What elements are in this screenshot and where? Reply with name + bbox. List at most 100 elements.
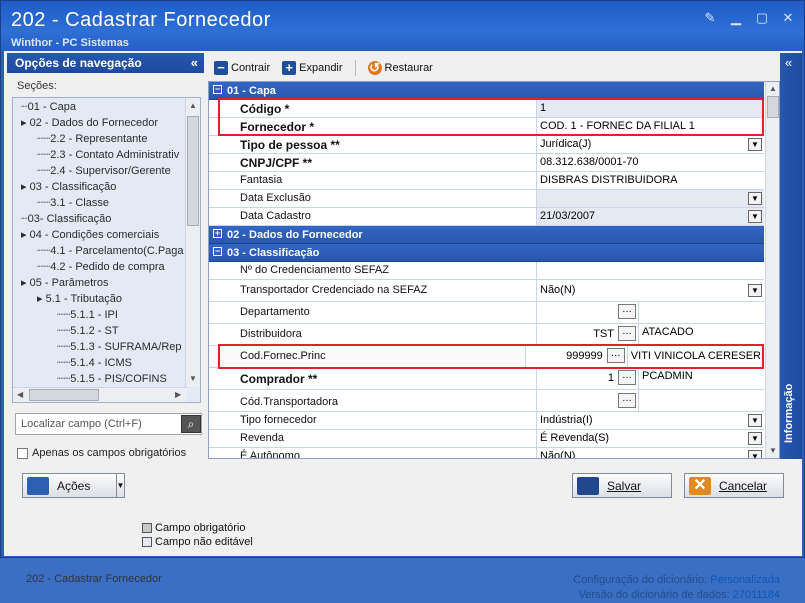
expand-button[interactable]: + Expandir	[278, 61, 346, 75]
data-cadastro-select[interactable]: 21/03/2007 ▼	[537, 208, 764, 225]
tree-item[interactable]: ▸ 04 - Condições comerciais	[21, 228, 159, 241]
tree-item[interactable]: ┈┈4.2 - Pedido de compra	[37, 260, 165, 273]
chevron-down-icon[interactable]: ▼	[748, 192, 762, 205]
edit-window-icon[interactable]: ✎	[702, 11, 718, 25]
tree-hscroll-thumb[interactable]	[29, 389, 99, 401]
tree-item[interactable]: ┈┈2.4 - Supervisor/Gerente	[37, 164, 171, 177]
cnpj-value[interactable]: 08.312.638/0001-70	[537, 154, 764, 171]
information-panel[interactable]: « Informação	[780, 53, 802, 459]
transportador-select[interactable]: Não(N) ▼	[537, 280, 764, 301]
expand-section-icon[interactable]: +	[213, 229, 222, 238]
data-exclusao-select[interactable]: ▼	[537, 190, 764, 207]
restore-button[interactable]: ↺ Restaurar	[364, 61, 437, 75]
tipo-pessoa-select[interactable]: Jurídica(J) ▼	[537, 136, 764, 153]
tree-item[interactable]: ┈┈5.1.1 - IPI	[57, 308, 118, 321]
only-required-label: Apenas os campos obrigatórios	[32, 447, 187, 459]
grid-vscroll-thumb[interactable]	[767, 96, 779, 118]
chevron-down-icon[interactable]: ▼	[748, 432, 762, 445]
tree-vscroll-thumb[interactable]	[187, 116, 199, 226]
row-tipo-pessoa[interactable]: Tipo de pessoa ** Jurídica(J) ▼	[209, 136, 764, 154]
footer-dictionary-info: Configuração do dicionário: Personalizad…	[573, 574, 780, 601]
comprador-lookup-button[interactable]: …	[618, 370, 636, 385]
row-revenda[interactable]: Revenda É Revenda(S) ▼	[209, 430, 764, 448]
departamento-lookup-button[interactable]: …	[618, 304, 636, 319]
row-credenciamento[interactable]: Nº do Credenciamento SEFAZ	[209, 262, 764, 280]
row-cnpj[interactable]: CNPJ/CPF ** 08.312.638/0001-70	[209, 154, 764, 172]
window-subtitle: Winthor - PC Sistemas	[11, 37, 129, 49]
section-classificacao[interactable]: −03 - Classificação	[209, 244, 764, 262]
tree-item[interactable]: ┈03- Classificação	[21, 212, 111, 225]
tipo-fornecedor-select[interactable]: Indústria(I) ▼	[537, 412, 764, 429]
actions-dropdown-button[interactable]: ▼	[116, 473, 125, 498]
minus-icon: −	[214, 61, 228, 75]
expand-info-icon[interactable]: «	[785, 55, 792, 70]
autonomo-select[interactable]: Não(N) ▼	[537, 448, 764, 458]
save-button[interactable]: Salvar	[572, 473, 672, 498]
row-fantasia[interactable]: Fantasia DISBRAS DISTRIBUIDORA	[209, 172, 764, 190]
tree-horizontal-scrollbar[interactable]: ◀ ▶	[13, 387, 187, 402]
tree-item[interactable]: ▸ 5.1 - Tributação	[37, 292, 122, 305]
maximize-icon[interactable]: ▢	[754, 11, 770, 25]
row-tipo-fornecedor[interactable]: Tipo fornecedor Indústria(I) ▼	[209, 412, 764, 430]
locate-field-input[interactable]: Localizar campo (Ctrl+F)	[15, 413, 202, 435]
tree-item[interactable]: ┈┈5.1.5 - PIS/COFINS	[57, 372, 167, 385]
tree-item[interactable]: ▸ 02 - Dados do Fornecedor	[21, 116, 158, 129]
actions-button[interactable]: Ações	[22, 473, 122, 498]
window-title: 202 - Cadastrar Fornecedor	[11, 9, 271, 31]
search-icon[interactable]: ⌕	[181, 415, 201, 433]
row-data-cadastro[interactable]: Data Cadastro 21/03/2007 ▼	[209, 208, 764, 226]
cancel-button[interactable]: ✕ Cancelar	[684, 473, 784, 498]
chevron-down-icon[interactable]: ▼	[748, 414, 762, 427]
revenda-select[interactable]: É Revenda(S) ▼	[537, 430, 764, 447]
row-data-exclusao[interactable]: Data Exclusão ▼	[209, 190, 764, 208]
chevron-down-icon[interactable]: ▼	[748, 138, 762, 151]
tree-item[interactable]: ┈┈5.1.3 - SUFRAMA/Rep	[57, 340, 182, 353]
row-departamento[interactable]: Departamento…	[209, 302, 764, 324]
legend: Campo obrigatório Campo não editável	[142, 521, 253, 549]
collapse-section-icon[interactable]: −	[213, 247, 222, 256]
tree-item[interactable]: ┈01 - Capa	[21, 100, 76, 113]
row-distribuidora[interactable]: Distribuidora TST… ATACADO	[209, 324, 764, 346]
legend-noneditable: Campo não editável	[142, 535, 253, 549]
information-label: Informação	[783, 383, 795, 443]
collapse-nav-icon[interactable]: «	[191, 55, 198, 70]
grid-toolbar: − Contrair + Expandir ↺ Restaurar	[208, 57, 778, 79]
tree-item[interactable]: ┈┈5.1.2 - ST	[57, 324, 119, 337]
distribuidora-lookup-button[interactable]: …	[618, 326, 636, 341]
row-transportador[interactable]: Transportador Credenciado na SEFAZ Não(N)…	[209, 280, 764, 302]
sections-label: Seções:	[17, 80, 57, 92]
tree-item[interactable]: ▸ 05 - Parâmetros	[21, 276, 108, 289]
tree-vertical-scrollbar[interactable]: ▲ ▼	[185, 98, 200, 387]
chevron-down-icon[interactable]: ▼	[748, 210, 762, 223]
restore-icon: ↺	[367, 60, 382, 75]
fantasia-value[interactable]: DISBRAS DISTRIBUIDORA	[537, 172, 764, 189]
section-dados-fornecedor[interactable]: +02 - Dados do Fornecedor	[209, 226, 764, 244]
title-bar: 202 - Cadastrar Fornecedor Winthor - PC …	[1, 1, 804, 51]
chevron-down-icon[interactable]: ▼	[748, 450, 762, 458]
grid-vertical-scrollbar[interactable]: ▲ ▼	[765, 82, 779, 458]
row-autonomo[interactable]: É Autônomo Não(N) ▼	[209, 448, 764, 458]
minimize-icon[interactable]: ▁	[728, 11, 744, 25]
transportadora-lookup-button[interactable]: …	[618, 393, 636, 408]
cancel-icon: ✕	[689, 476, 711, 495]
nav-header: Opções de navegação «	[7, 53, 204, 73]
checkbox-box[interactable]	[17, 447, 28, 459]
highlight-box-capa	[218, 98, 764, 136]
nav-tree[interactable]: ┈01 - Capa ▸ 02 - Dados do Fornecedor ┈┈…	[12, 97, 201, 403]
tree-item[interactable]: ┈┈5.1.4 - ICMS	[57, 356, 132, 369]
chevron-down-icon[interactable]: ▼	[748, 284, 762, 297]
tree-item[interactable]: ▸ 03 - Classificação	[21, 180, 116, 193]
toolbar-separator	[354, 60, 356, 76]
row-comprador[interactable]: Comprador ** 1… PCADMIN	[209, 368, 764, 390]
credenciamento-value[interactable]	[537, 262, 764, 279]
row-cod-transportadora[interactable]: Cód.Transportadora…	[209, 390, 764, 412]
only-required-checkbox[interactable]: Apenas os campos obrigatórios	[17, 447, 186, 459]
collapse-section-icon[interactable]: −	[213, 85, 222, 94]
tree-item[interactable]: ┈┈2.3 - Contato Administrativ	[37, 148, 179, 161]
tree-item[interactable]: ┈┈3.1 - Classe	[37, 196, 109, 209]
tree-item[interactable]: ┈┈2.2 - Representante	[37, 132, 147, 145]
tree-item[interactable]: ┈┈4.1 - Parcelamento(C.Paga	[37, 244, 184, 257]
collapse-button[interactable]: − Contrair	[210, 61, 274, 75]
close-icon[interactable]: ✕	[780, 11, 796, 25]
nav-header-title: Opções de navegação	[15, 56, 142, 70]
